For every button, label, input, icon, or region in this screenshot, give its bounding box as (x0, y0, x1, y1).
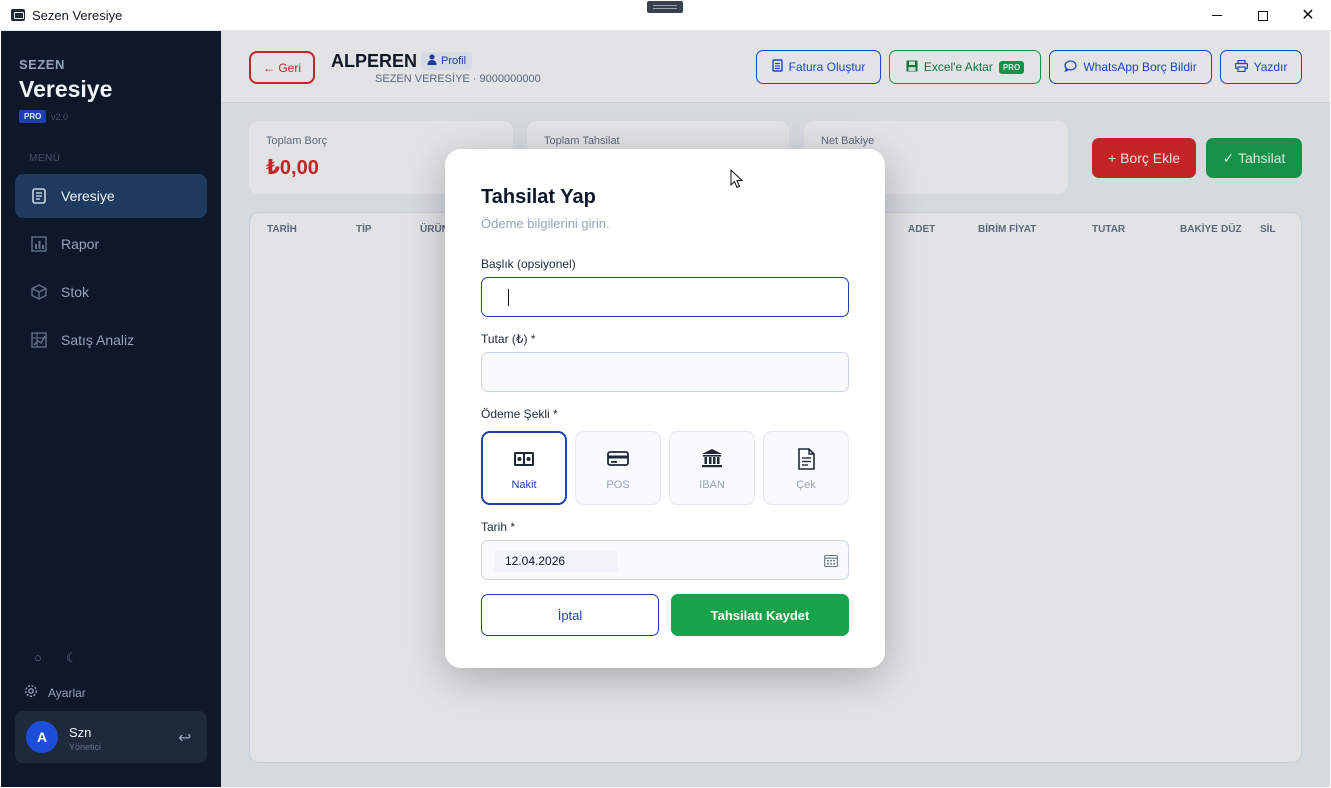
version-label: v2.0 (51, 112, 69, 122)
logout-icon[interactable]: ↩ (178, 728, 191, 748)
dark-theme-button[interactable]: ☾ (66, 650, 78, 666)
drag-handle[interactable] (647, 1, 683, 13)
sidebar-item-veresiye[interactable]: Veresiye (15, 174, 207, 218)
sidebar-item-label: Rapor (61, 236, 100, 252)
text-caret (508, 289, 509, 306)
sidebar-item-rapor[interactable]: Rapor (15, 222, 207, 266)
payment-option-iban[interactable]: IBAN (669, 431, 755, 505)
sidebar-item-satis-analiz[interactable]: Satış Analiz (15, 318, 207, 362)
analytics-icon (31, 332, 47, 348)
modal-title: Tahsilat Yap (481, 186, 596, 208)
payment-option-label: IBAN (699, 479, 725, 491)
credit-card-icon (576, 450, 660, 466)
sidebar-item-label: Stok (61, 284, 90, 300)
amount-field-label: Tutar (₺) * (481, 332, 536, 346)
user-card: A Szn Yönetici ↩ (15, 711, 207, 763)
menu-caption: MENÜ (29, 153, 61, 164)
bank-icon (670, 448, 754, 468)
sidebar-item-stok[interactable]: Stok (15, 270, 207, 314)
save-collection-button[interactable]: Tahsilatı Kaydet (671, 594, 849, 636)
payment-option-pos[interactable]: POS (575, 431, 661, 505)
user-name: Szn (69, 725, 92, 740)
payment-option-label: Çek (796, 479, 816, 491)
maximize-icon (1258, 10, 1268, 21)
payment-method-label: Ödeme Şekli * (481, 407, 558, 421)
pro-badge: PRO (19, 110, 47, 123)
cheque-icon (764, 448, 848, 470)
gear-icon (24, 684, 38, 701)
modal-subtitle: Ödeme bilgilerini girin. (481, 216, 610, 231)
settings-link[interactable]: Ayarlar (24, 684, 86, 701)
bar-chart-icon (31, 236, 47, 252)
payment-option-cheque[interactable]: Çek (763, 431, 849, 505)
sidebar: SEZEN Veresiye PRO v2.0 MENÜ Veresiye Ra… (1, 31, 221, 787)
mouse-cursor-icon (730, 168, 744, 194)
minimize-button[interactable] (1194, 0, 1240, 31)
amount-input[interactable] (481, 352, 849, 392)
calendar-icon[interactable] (824, 554, 838, 572)
date-input[interactable]: 12.04.2026 (481, 540, 849, 580)
settings-label: Ayarlar (48, 685, 86, 700)
avatar: A (26, 721, 58, 753)
brand-name: Veresiye (19, 76, 113, 102)
box-icon (31, 284, 47, 300)
payment-option-label: POS (606, 479, 630, 491)
close-icon: ✕ (1301, 6, 1315, 24)
minimize-icon (1212, 15, 1222, 16)
sidebar-item-label: Satış Analiz (61, 332, 135, 348)
payment-option-label: Nakit (511, 479, 537, 491)
payment-option-cash[interactable]: Nakit (481, 431, 567, 505)
close-window-button[interactable]: ✕ (1285, 0, 1331, 31)
window-title: Sezen Veresiye (32, 7, 123, 23)
maximize-button[interactable] (1240, 0, 1286, 31)
date-field-label: Tarih * (481, 520, 516, 534)
ledger-icon (31, 188, 47, 204)
cancel-button[interactable]: İptal (481, 594, 659, 636)
title-input[interactable] (481, 277, 849, 317)
app-icon (11, 9, 25, 21)
light-theme-button[interactable]: ○ (34, 650, 42, 666)
collection-modal: Tahsilat Yap Ödeme bilgilerini girin. Ba… (445, 149, 885, 668)
date-value: 12.04.2026 (494, 550, 618, 572)
user-role: Yönetici (69, 742, 102, 752)
brand-top: SEZEN (19, 57, 65, 72)
sidebar-item-label: Veresiye (61, 188, 115, 204)
window-titlebar: Sezen Veresiye ✕ (0, 0, 1331, 31)
cash-icon (483, 451, 565, 467)
title-field-label: Başlık (opsiyonel) (481, 257, 576, 271)
theme-toggles: ○ ☾ (34, 650, 78, 666)
